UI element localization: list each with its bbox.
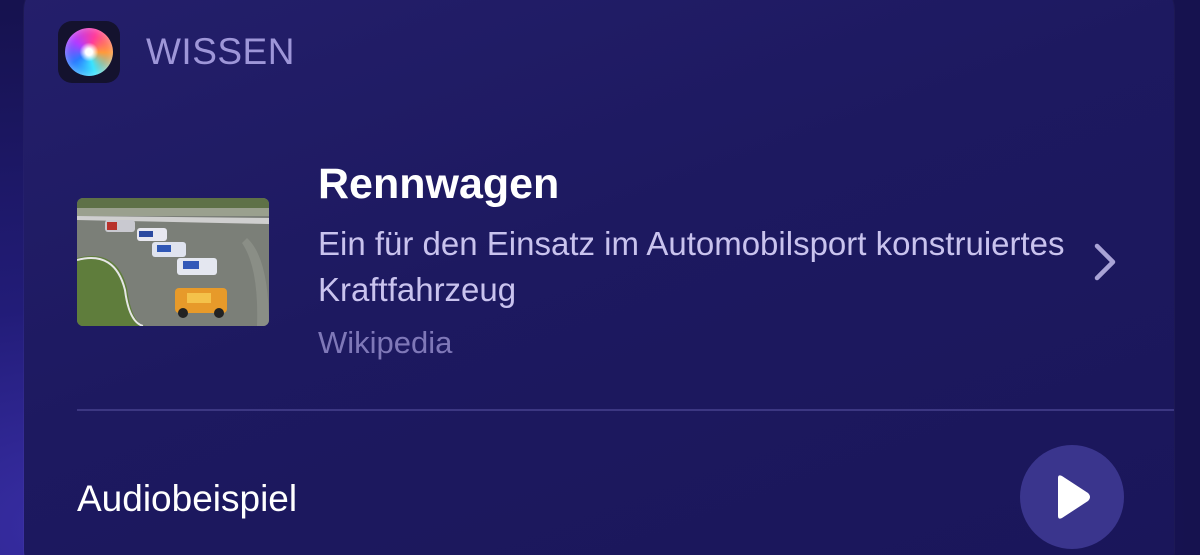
result-text: Rennwagen Ein für den Einsatz im Automob… xyxy=(318,155,1078,365)
knowledge-result[interactable]: Rennwagen Ein für den Einsatz im Automob… xyxy=(77,155,1137,370)
play-button[interactable] xyxy=(1020,445,1124,549)
audio-label: Audiobeispiel xyxy=(77,478,298,519)
section-title: WISSEN xyxy=(146,31,295,72)
audio-example-row: Audiobeispiel xyxy=(77,445,1127,549)
card-header: WISSEN xyxy=(58,20,295,84)
play-icon xyxy=(1058,475,1090,519)
result-thumbnail xyxy=(77,198,269,326)
result-description: Ein für den Einsatz im Automobilsport ko… xyxy=(318,225,1065,308)
divider xyxy=(77,409,1174,411)
siri-icon xyxy=(58,21,120,83)
race-cars-on-track-image xyxy=(77,198,269,326)
chevron-right-icon[interactable] xyxy=(1085,237,1125,287)
result-title: Rennwagen xyxy=(318,160,560,208)
result-source: Wikipedia xyxy=(318,325,453,360)
siri-orb xyxy=(65,28,113,76)
